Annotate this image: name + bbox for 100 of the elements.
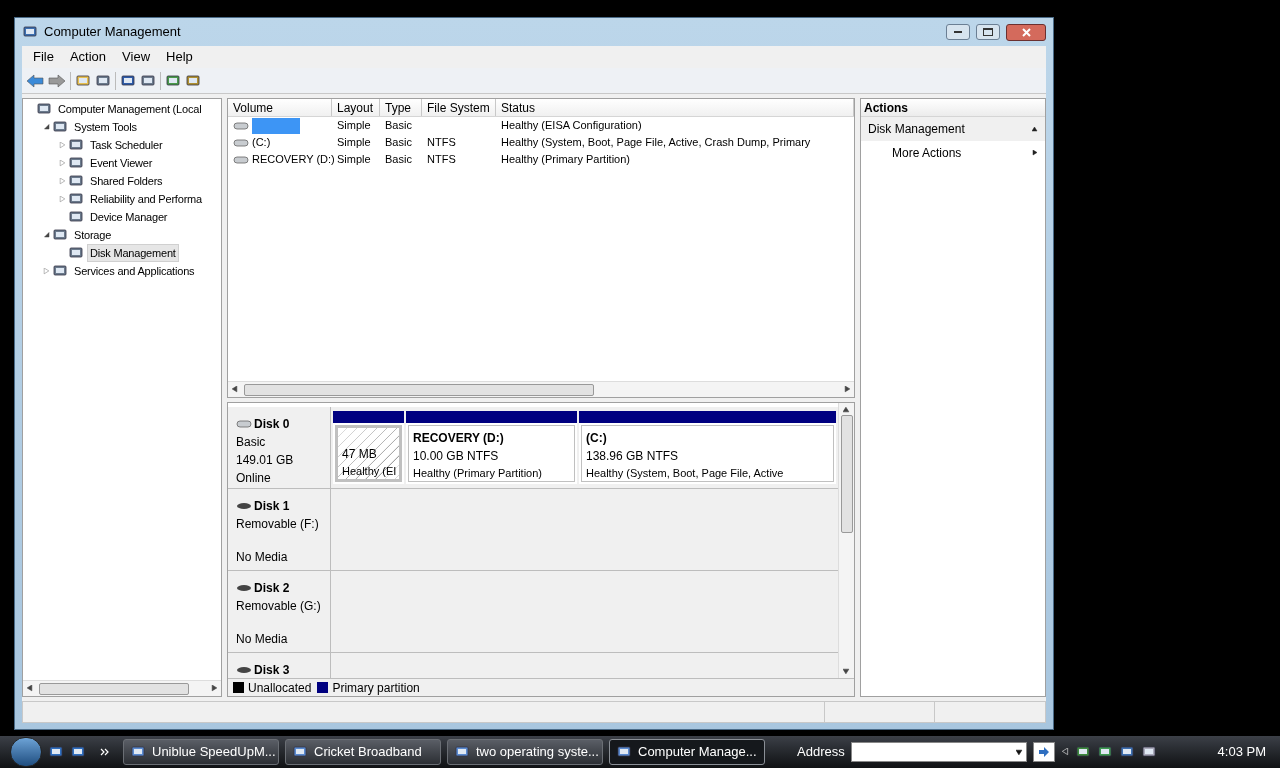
- dropdown-arrow-icon[interactable]: [1015, 748, 1023, 756]
- column-header[interactable]: Type: [380, 99, 422, 116]
- maximize-button[interactable]: [976, 24, 1000, 40]
- tree-item[interactable]: Disk Management: [87, 243, 179, 263]
- partition-size: 138.96 GB NTFS: [586, 448, 680, 465]
- section-title: Disk Management: [868, 121, 965, 138]
- tree-item[interactable]: Storage: [71, 225, 115, 245]
- disk-name: Disk 2: [254, 580, 290, 597]
- disk-label-panel[interactable]: Disk 1 Removable (F:) No Media: [228, 489, 331, 570]
- table-cell-text: Basic: [385, 118, 412, 134]
- table-cell-text: Healthy (EISA Configuration): [501, 118, 642, 134]
- collapse-icon[interactable]: [1032, 126, 1038, 132]
- disk-label-panel[interactable]: Disk 0 Basic 149.01 GB Online: [228, 407, 331, 488]
- table-cell-text: Simple: [337, 135, 371, 151]
- table-cell-text: RECOVERY (D:): [252, 152, 335, 168]
- column-header[interactable]: Volume: [228, 99, 332, 116]
- partition-status: Healthy (Primary Partition): [413, 466, 543, 481]
- partition-title: (C:): [586, 430, 608, 447]
- pane-icon[interactable]: [95, 72, 111, 89]
- disk-label-panel[interactable]: Disk 2 Removable (G:) No Media: [228, 571, 331, 652]
- disk-info: Removable (F:): [236, 516, 320, 533]
- tree-item[interactable]: System Tools: [71, 117, 140, 137]
- back-icon[interactable]: [26, 73, 44, 88]
- scroll-left-icon[interactable]: [26, 685, 33, 692]
- address-label: Address: [797, 743, 845, 762]
- partition-block[interactable]: 47 MB Healthy (EI: [333, 411, 404, 484]
- disk-name: Disk 0: [254, 416, 290, 433]
- taskbar-button[interactable]: Computer Manage...: [609, 739, 765, 765]
- computer-icon: [36, 101, 52, 117]
- tree-item[interactable]: Shared Folders: [87, 171, 166, 191]
- go-arrow-icon: [1037, 747, 1050, 757]
- table-cell-text: Healthy (Primary Partition): [501, 152, 630, 168]
- table-cell-text: (C:): [252, 135, 271, 151]
- disk-info: Removable (G:): [236, 598, 322, 615]
- scroll-left-icon[interactable]: [231, 386, 238, 393]
- clock: 4:03 PM: [1217, 743, 1266, 762]
- forward-icon[interactable]: [48, 73, 66, 88]
- disk-info: Basic: [236, 434, 267, 451]
- horizontal-scrollbar[interactable]: [228, 381, 854, 397]
- tree-item[interactable]: Reliability and Performa: [87, 189, 205, 209]
- start-button[interactable]: [10, 737, 42, 767]
- partition-status: Healthy (System, Boot, Page File, Active: [586, 466, 785, 481]
- partition-header-bar: [333, 411, 404, 423]
- tree-item[interactable]: Event Viewer: [87, 153, 156, 173]
- horizontal-scrollbar[interactable]: [23, 680, 221, 696]
- partition-status: Healthy (EI: [342, 463, 395, 479]
- partition-size: 10.00 GB NTFS: [413, 448, 500, 465]
- computer-icon: [22, 24, 38, 40]
- partition-block[interactable]: (C:) 138.96 GB NTFS Healthy (System, Boot, Page File, Active: [579, 411, 836, 484]
- scroll-right-icon[interactable]: [211, 685, 218, 692]
- removable-drive-icon: [236, 666, 252, 674]
- taskbar-button[interactable]: Cricket Broadband: [285, 739, 441, 765]
- menu-item[interactable]: Help: [159, 47, 200, 67]
- actions-header: Actions: [861, 99, 1045, 117]
- taskbar-button[interactable]: Uniblue SpeedUpM...: [123, 739, 279, 765]
- actions-section[interactable]: Disk Management: [861, 117, 1045, 141]
- address-field[interactable]: [850, 742, 1027, 762]
- partition-block[interactable]: RECOVERY (D:) 10.00 GB NTFS Healthy (Primary Partition): [406, 411, 577, 484]
- action-item[interactable]: More Actions: [861, 141, 1045, 165]
- window-title: Computer Management: [44, 23, 181, 42]
- table-cell-text: Simple: [337, 152, 371, 168]
- menu-item[interactable]: File: [26, 47, 61, 67]
- expander-icon[interactable]: [43, 124, 50, 130]
- disk-name: Disk 3: [254, 662, 290, 678]
- disk-info: No Media: [236, 549, 289, 566]
- scroll-up-icon[interactable]: [843, 406, 850, 413]
- minimize-button[interactable]: [946, 24, 970, 40]
- disk-label-panel[interactable]: Disk 3: [228, 653, 331, 678]
- menu-item[interactable]: Action: [62, 47, 114, 67]
- tray-expand-icon[interactable]: [1060, 748, 1069, 756]
- table-cell-text: NTFS: [427, 135, 456, 151]
- scroll-right-icon[interactable]: [844, 386, 851, 393]
- column-header[interactable]: Layout: [332, 99, 380, 116]
- taskbar-button[interactable]: two operating syste...: [447, 739, 603, 765]
- table-cell-text: Healthy (System, Boot, Page File, Active, Crash Dump, Primary: [501, 135, 811, 151]
- tree-item[interactable]: Device Manager: [87, 207, 171, 227]
- tree-item[interactable]: Computer Management (Local: [55, 99, 205, 119]
- app-icon: [616, 744, 632, 760]
- table-cell-text: Simple: [337, 118, 371, 134]
- disk-info: No Media: [236, 631, 289, 648]
- disk-info: Online: [236, 470, 272, 487]
- menu-item[interactable]: View: [115, 47, 158, 67]
- pane-icon[interactable]: [140, 72, 156, 89]
- scroll-down-icon[interactable]: [843, 668, 850, 675]
- submenu-arrow-icon: [1032, 150, 1038, 156]
- table-cell-text: NTFS: [427, 152, 456, 168]
- partition-title: RECOVERY (D:): [413, 430, 505, 447]
- partition-size: 47 MB: [342, 445, 378, 463]
- close-button[interactable]: [1006, 23, 1046, 41]
- expander-icon[interactable]: [43, 232, 50, 238]
- removable-drive-icon: [236, 584, 252, 592]
- tree-item[interactable]: Services and Applications: [71, 261, 198, 281]
- tree-item[interactable]: Task Scheduler: [87, 135, 166, 155]
- column-header[interactable]: Status: [496, 99, 854, 116]
- vertical-scrollbar[interactable]: [838, 403, 854, 678]
- legend-label: Primary partition: [332, 679, 420, 697]
- column-header[interactable]: File System: [422, 99, 496, 116]
- legend-label: Unallocated: [248, 679, 312, 697]
- overflow-chevron-icon[interactable]: [100, 748, 109, 756]
- go-button[interactable]: [1032, 742, 1055, 762]
